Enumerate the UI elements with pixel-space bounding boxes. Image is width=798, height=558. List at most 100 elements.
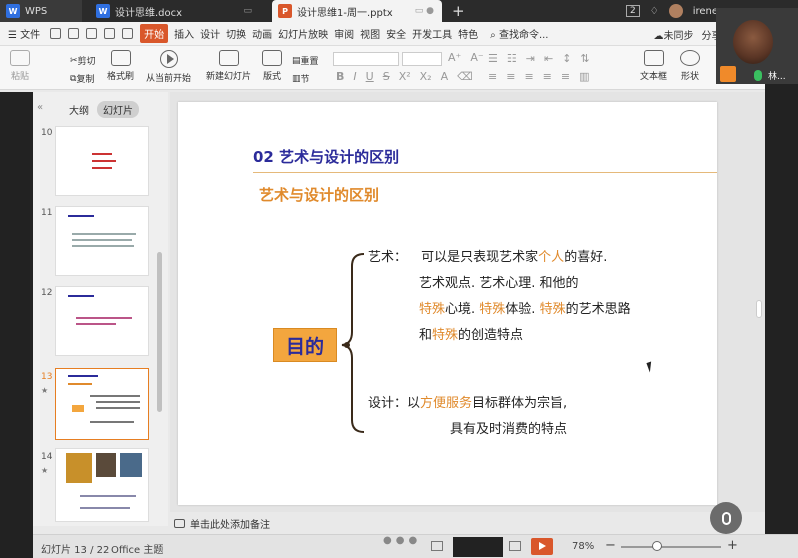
strike-icon[interactable]: S [383,70,390,83]
art-line-2[interactable]: 艺术观点. 艺术心理. 和他的 [419,277,579,290]
format-painter-button[interactable]: 格式刷 [107,50,134,82]
curly-brace-shape[interactable] [338,252,368,434]
zoom-out-button[interactable]: − [605,538,616,553]
user-avatar[interactable] [668,4,683,18]
sync-status[interactable]: ☁未同步 [654,27,694,42]
menu-review[interactable]: 审阅 [334,26,354,41]
align-left-icon[interactable]: ≡ [488,70,497,83]
slide-scrollbar[interactable] [756,300,762,318]
play-from-current-button[interactable]: 从当前开始 [146,50,191,84]
art-line-4[interactable]: 和特殊的创造特点 [419,329,523,342]
cut-button[interactable]: ✂ 剪切 [70,54,96,68]
video-call-panel[interactable]: 林... [716,8,798,84]
tab-wps-home[interactable]: W WPS [0,0,82,22]
reading-view-icon[interactable] [509,541,521,551]
paste-icon [10,50,30,66]
redo-icon[interactable] [122,28,134,39]
new-slide-button[interactable]: 新建幻灯片 [206,50,251,82]
thumbnail-scrollbar[interactable] [157,252,162,412]
art-line-3[interactable]: 特殊心境. 特殊体验. 特殊的艺术思路 [419,303,631,316]
art-line-1[interactable]: 艺术： 可以是只表现艺术家个人的喜好. [368,251,607,264]
save-icon[interactable] [50,28,62,39]
slide-thumbnail-11[interactable] [55,206,149,276]
purpose-box[interactable]: 目的 [273,328,337,362]
user-name[interactable]: irene [693,6,718,17]
align-right-icon[interactable]: ≡ [524,70,533,83]
new-tab-plus-icon[interactable]: + [452,2,465,20]
menu-transition[interactable]: 切换 [226,26,246,41]
outdent-icon[interactable]: ⇤ [544,52,553,65]
menu-insert[interactable]: 插入 [174,26,194,41]
line-spacing-icon[interactable]: ↕ [562,52,571,65]
tab-document[interactable]: W 设计思维.docx ▭ [90,0,260,22]
design-line-1[interactable]: 设计：以方便服务目标群体为宗旨, [368,397,567,410]
zoom-slider-knob[interactable] [652,541,662,551]
slide-thumbnail-12[interactable] [55,286,149,356]
bold-icon[interactable]: B [336,70,344,83]
slide-thumbnail-10[interactable] [55,126,149,196]
skin-icon[interactable]: ♢ [650,6,659,17]
mute-mic-button[interactable] [710,502,742,534]
menu-design[interactable]: 设计 [200,26,220,41]
slide-thumbnail-13-selected[interactable] [55,368,149,440]
text-direction-icon[interactable]: ⇅ [580,52,589,65]
zoom-level[interactable]: 78% [572,541,594,552]
paste-button[interactable]: 粘贴 [10,50,30,82]
font-size-field[interactable] [402,52,442,66]
bullet-list-icon[interactable]: ☰ [488,52,498,65]
notes-toggle-icon[interactable] [431,541,443,551]
slideshow-play-button[interactable] [531,538,553,555]
font-color-icon[interactable]: A [441,70,449,83]
print-icon[interactable] [68,28,80,39]
menu-view[interactable]: 视图 [360,26,380,41]
tab-slides[interactable]: 幻灯片 [97,101,139,118]
menu-features[interactable]: 特色 [458,26,478,41]
section-button[interactable]: ▥ 节 [292,72,310,86]
menu-start[interactable]: 开始 [140,24,169,43]
font-name-field[interactable] [333,52,399,66]
menu-animation[interactable]: 动画 [252,26,272,41]
menu-security[interactable]: 安全 [386,26,406,41]
tab-presentation-active[interactable]: P 设计思维1-周一.pptx ▭ ● [272,0,442,22]
slide-subtitle[interactable]: 艺术与设计的区别 [259,184,379,205]
mic-off-icon [721,511,731,525]
shape-button[interactable]: 形状 [680,50,700,82]
columns-icon[interactable]: ▥ [579,70,589,83]
justify-icon[interactable]: ≡ [543,70,552,83]
design-line-2[interactable]: 具有及时消费的特点 [450,423,567,436]
window-count-badge[interactable]: 2 [625,5,640,17]
number-list-icon[interactable]: ☷ [507,52,517,65]
tab-screen-icon[interactable]: ▭ [243,6,252,16]
collapse-panel-icon[interactable]: « [37,102,43,113]
undo-icon[interactable] [104,28,116,39]
zoom-slider-track[interactable] [621,546,721,548]
tab-close-icon[interactable]: ▭ ● [415,6,434,16]
menu-slideshow[interactable]: 幻灯片放映 [278,26,328,41]
slide-canvas[interactable]: 02 艺术与设计的区别 艺术与设计的区别 目的 艺术： 可以是只表现艺术家个人的… [178,102,717,505]
layout-button[interactable]: 版式 [262,50,282,82]
align-center-icon[interactable]: ≡ [506,70,515,83]
reset-button[interactable]: ▤ 重置 [292,54,319,68]
distribute-icon[interactable]: ≡ [561,70,570,83]
menu-developer[interactable]: 开发工具 [412,26,452,41]
indent-icon[interactable]: ⇥ [526,52,535,65]
clear-format-icon[interactable]: ⌫ [457,70,473,83]
command-search[interactable]: ⌕ 查找命令... [490,26,548,41]
preview-icon[interactable] [86,28,98,39]
notes-pane[interactable]: 单击此处添加备注 [170,512,765,534]
zoom-in-button[interactable]: + [727,538,738,553]
italic-icon[interactable]: I [353,70,356,83]
tab-outline[interactable]: 大纲 [69,102,89,117]
font-grow-icon[interactable]: A⁺ [448,51,461,64]
superscript-icon[interactable]: X² [399,70,411,83]
microphone-icon[interactable] [754,70,762,81]
slide-title[interactable]: 02 艺术与设计的区别 [253,146,399,167]
copy-button[interactable]: ⧉ 复制 [70,72,94,86]
textbox-button[interactable]: 文本框 [640,50,667,82]
underline-icon[interactable]: U [366,70,374,83]
camera-icon[interactable] [720,66,736,82]
subscript-icon[interactable]: X₂ [420,70,432,83]
file-menu[interactable]: ☰ 文件 [8,26,40,41]
slide-thumbnail-14[interactable] [55,448,149,522]
font-shrink-icon[interactable]: A⁻ [470,51,483,64]
